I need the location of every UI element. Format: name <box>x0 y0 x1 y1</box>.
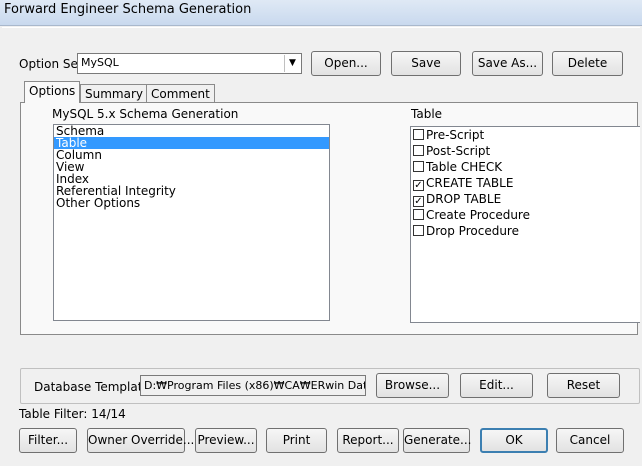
edit-button[interactable]: Edit... <box>460 373 533 398</box>
chevron-down-icon[interactable]: ▼ <box>284 55 300 72</box>
delete-button[interactable]: Delete <box>552 51 623 76</box>
cancel-button[interactable]: Cancel <box>556 428 624 453</box>
window-titlebar[interactable]: Forward Engineer Schema Generation <box>0 0 642 26</box>
checkbox-box[interactable] <box>413 145 424 156</box>
checkmark-icon[interactable]: ✓ <box>413 180 424 191</box>
tab-options[interactable]: Options <box>24 81 81 103</box>
checkbox-create-table[interactable]: ✓ CREATE TABLE <box>413 176 513 192</box>
preview-button[interactable]: Preview... <box>195 428 257 453</box>
list-item[interactable]: Other Options <box>54 197 329 209</box>
database-template-path-field[interactable]: D:₩Program Files (x86)₩CA₩ERwin Data Mo <box>140 375 366 396</box>
checkmark-icon[interactable]: ✓ <box>413 196 424 207</box>
option-set-dropdown[interactable]: MySQL ▼ <box>77 53 302 74</box>
filter-button[interactable]: Filter... <box>19 428 77 453</box>
options-heading: MySQL 5.x Schema Generation <box>52 107 239 121</box>
option-set-value: MySQL <box>81 56 119 69</box>
table-heading: Table <box>411 107 443 121</box>
list-item[interactable]: Column <box>54 149 329 161</box>
save-button[interactable]: Save <box>391 51 461 76</box>
tab-comment[interactable]: Comment <box>146 84 215 103</box>
ok-button[interactable]: OK <box>480 428 548 453</box>
checkbox-table-check[interactable]: Table CHECK <box>413 160 502 176</box>
report-button[interactable]: Report... <box>337 428 399 453</box>
checkbox-post-script[interactable]: Post-Script <box>413 144 490 160</box>
checkbox-box[interactable] <box>413 129 424 140</box>
list-item[interactable]: Schema <box>54 125 329 137</box>
table-filter-status: Table Filter: 14/14 <box>19 407 126 421</box>
generate-button[interactable]: Generate... <box>403 428 472 453</box>
checkbox-box[interactable] <box>413 209 424 220</box>
tab-summary[interactable]: Summary <box>80 84 148 103</box>
owner-override-button[interactable]: Owner Override... <box>87 428 194 453</box>
checkbox-pre-script[interactable]: Pre-Script <box>413 128 484 144</box>
browse-button[interactable]: Browse... <box>376 373 449 398</box>
window-title: Forward Engineer Schema Generation <box>4 2 252 17</box>
print-button[interactable]: Print <box>266 428 327 453</box>
database-template-label: Database Template: <box>34 380 154 394</box>
checkbox-box[interactable] <box>413 161 424 172</box>
table-options-list: Pre-Script Post-Script Table CHECK ✓ CREA… <box>410 126 640 323</box>
list-item[interactable]: View <box>54 161 329 173</box>
options-category-list[interactable]: Schema Table Column View Index Referenti… <box>53 124 330 321</box>
reset-button[interactable]: Reset <box>547 373 620 398</box>
checkbox-create-procedure[interactable]: Create Procedure <box>413 208 530 224</box>
checkbox-box[interactable] <box>413 225 424 236</box>
checkbox-drop-table[interactable]: ✓ DROP TABLE <box>413 192 501 208</box>
open-button[interactable]: Open... <box>311 51 381 76</box>
checkbox-drop-procedure[interactable]: Drop Procedure <box>413 224 519 240</box>
save-as-button[interactable]: Save As... <box>472 51 543 76</box>
